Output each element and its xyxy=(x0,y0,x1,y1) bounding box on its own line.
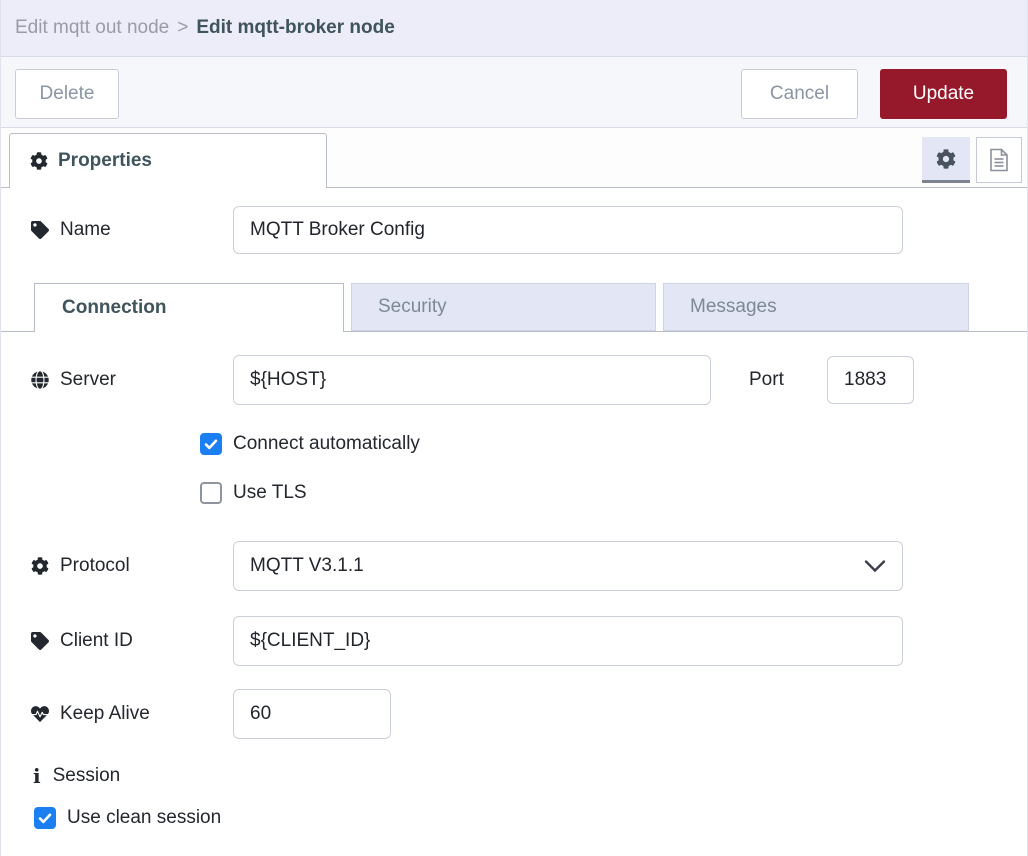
tag-icon xyxy=(31,221,49,239)
tag-icon xyxy=(31,632,49,650)
use-tls-row: Use TLS xyxy=(200,482,307,504)
tab-properties[interactable]: Properties xyxy=(9,133,327,188)
keep-alive-label: Keep Alive xyxy=(31,689,150,739)
keep-alive-input[interactable] xyxy=(233,689,391,739)
tab-properties-label: Properties xyxy=(58,150,152,172)
server-input[interactable] xyxy=(233,355,711,405)
properties-view-button[interactable] xyxy=(922,137,970,183)
port-input[interactable] xyxy=(827,356,914,404)
gear-icon xyxy=(30,152,48,170)
name-input[interactable] xyxy=(233,206,903,254)
page-title: Edit mqtt-broker node xyxy=(196,17,394,39)
check-icon xyxy=(37,810,53,826)
server-label: Server xyxy=(31,355,116,405)
breadcrumb-separator: > xyxy=(177,17,188,39)
chevron-down-icon xyxy=(864,559,886,573)
update-button[interactable]: Update xyxy=(880,69,1007,119)
connect-automatically-row: Connect automatically xyxy=(200,433,420,455)
cancel-button[interactable]: Cancel xyxy=(741,69,858,119)
session-label: Session xyxy=(53,765,121,787)
heartbeat-icon xyxy=(31,705,49,723)
file-text-icon xyxy=(989,148,1009,172)
gear-icon xyxy=(936,149,956,169)
breadcrumb-parent: Edit mqtt out node xyxy=(15,17,169,39)
edit-mqtt-broker-dialog: Edit mqtt out node > Edit mqtt-broker no… xyxy=(0,0,1028,856)
connect-automatically-label[interactable]: Connect automatically xyxy=(233,433,420,455)
port-label: Port xyxy=(749,355,784,405)
connect-automatically-checkbox[interactable] xyxy=(200,433,222,455)
protocol-label: Protocol xyxy=(31,541,130,591)
editor-tabbar: Properties xyxy=(1,128,1027,188)
clean-session-label[interactable]: Use clean session xyxy=(67,807,221,829)
use-tls-checkbox[interactable] xyxy=(200,482,222,504)
use-tls-label[interactable]: Use TLS xyxy=(233,482,307,504)
client-id-input[interactable] xyxy=(233,616,903,666)
globe-icon xyxy=(31,371,49,389)
description-view-button[interactable] xyxy=(976,137,1022,183)
info-icon: i xyxy=(33,766,41,786)
clean-session-row: Use clean session xyxy=(34,807,221,829)
clean-session-checkbox[interactable] xyxy=(34,807,56,829)
client-id-label: Client ID xyxy=(31,616,133,666)
check-icon xyxy=(203,436,219,452)
protocol-select-value: MQTT V3.1.1 xyxy=(250,555,364,577)
breadcrumb: Edit mqtt out node > Edit mqtt-broker no… xyxy=(1,0,1027,57)
protocol-select[interactable]: MQTT V3.1.1 xyxy=(233,541,903,591)
gear-icon xyxy=(31,557,49,575)
tab-messages[interactable]: Messages xyxy=(663,283,969,331)
delete-button[interactable]: Delete xyxy=(15,69,119,119)
name-label: Name xyxy=(31,205,111,255)
session-header: i Session xyxy=(33,762,120,790)
tab-connection[interactable]: Connection xyxy=(34,283,344,332)
tab-security[interactable]: Security xyxy=(351,283,656,331)
dialog-toolbar: Delete Cancel Update xyxy=(1,57,1027,128)
